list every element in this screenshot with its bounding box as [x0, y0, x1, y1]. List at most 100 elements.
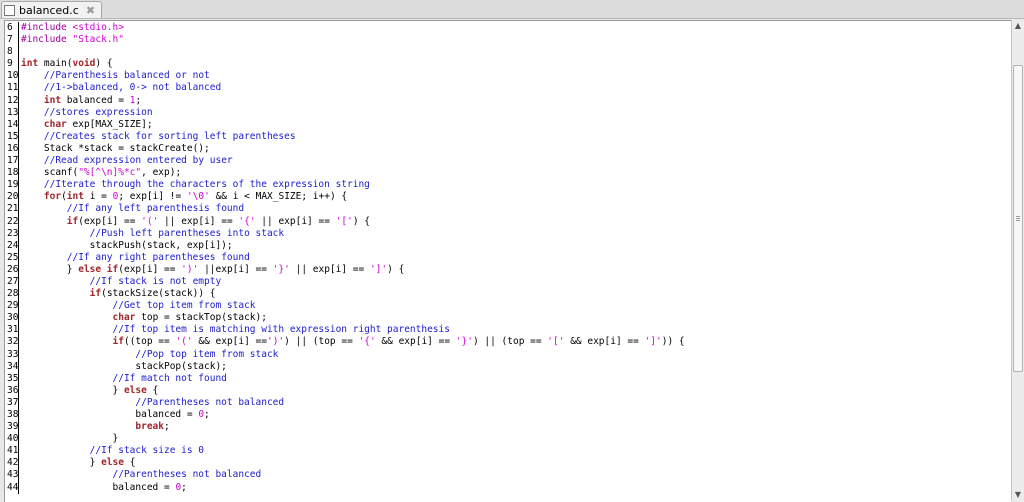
code-line[interactable]: 42 } else {	[5, 457, 685, 470]
code-line[interactable]: 21 //If any left parenthesis found	[5, 203, 685, 216]
code-line[interactable]: 8	[5, 46, 685, 59]
code-line[interactable]: 35 //If match not found	[5, 372, 685, 385]
gutter-separator	[18, 469, 19, 482]
code-line[interactable]: 41 //If stack size is 0	[5, 445, 685, 458]
gutter-separator	[18, 445, 19, 458]
code-line[interactable]: 22 if(exp[i] == '(' || exp[i] == '{' || …	[5, 215, 685, 228]
scroll-down-arrow-icon[interactable]: ▼	[1013, 489, 1023, 501]
tab-balanced-c[interactable]: balanced.c ✖	[1, 1, 103, 18]
code-token: //If any left parenthesis found	[66, 203, 245, 215]
code-token: //Creates stack for sorting left parenth…	[43, 130, 296, 142]
code-line[interactable]: 16 Stack *stack = stackCreate();	[5, 142, 685, 156]
code-line[interactable]: 23 //Push left parentheses into stack	[5, 227, 685, 240]
gutter-separator	[18, 22, 19, 35]
code-token: i =	[83, 191, 113, 203]
code-line[interactable]: 31 //If top item is matching with expres…	[5, 324, 685, 337]
code-line[interactable]: 25 //If any right parentheses found	[5, 251, 685, 264]
line-number: 11	[7, 82, 19, 94]
close-icon[interactable]: ✖	[86, 5, 95, 16]
code-token: //If top item is matching with expressio…	[112, 324, 450, 336]
code-line[interactable]: 9 int main(void) {	[5, 58, 685, 71]
line-number: 34	[7, 360, 19, 372]
code-line[interactable]: 14 char exp[MAX_SIZE];	[5, 118, 685, 131]
code-token: char	[43, 118, 67, 130]
line-number: 33	[7, 348, 19, 360]
code-token: '{'	[358, 336, 376, 348]
code-token: '\0'	[186, 191, 210, 203]
code-line[interactable]: 13 //stores expression	[5, 106, 685, 119]
code-line[interactable]: 10 //Parenthesis balanced or not	[5, 70, 685, 83]
code-area[interactable]: 6 #include <stdio.h> 7 #include "Stack.h" 8 9…	[5, 22, 685, 494]
code-line[interactable]: 26 } else if(exp[i] == ')' ||exp[i] == '…	[5, 263, 685, 276]
code-line[interactable]: 7 #include "Stack.h"	[5, 34, 685, 47]
code-line[interactable]: 12 int balanced = 1;	[5, 94, 685, 107]
line-number: 16	[7, 142, 19, 154]
code-token: for	[43, 191, 62, 203]
code-line[interactable]: 18 scanf("%[^\n]%*c", exp);	[5, 167, 685, 180]
gutter-separator	[18, 312, 19, 325]
code-token: && i < MAX_SIZE; i++) {	[209, 191, 348, 203]
code-token: stackPop(stack);	[21, 360, 227, 372]
code-token: ;	[164, 421, 170, 433]
code-token: //If any right parentheses found	[66, 251, 250, 263]
code-line[interactable]: 43 //Parentheses not balanced	[5, 469, 685, 482]
gutter-separator	[18, 191, 19, 204]
scroll-up-arrow-icon[interactable]: ▲	[1013, 20, 1023, 32]
line-number: 42	[7, 457, 19, 469]
code-token: '['	[335, 215, 353, 227]
code-line[interactable]: 11 //1->balanced, 0-> not balanced	[5, 82, 685, 95]
code-line[interactable]: 37 //Parentheses not balanced	[5, 396, 685, 409]
code-line[interactable]: 17 //Read expression entered by user	[5, 155, 685, 168]
code-line[interactable]: 30 char top = stackTop(stack);	[5, 312, 685, 325]
code-line[interactable]: 29 //Get top item from stack	[5, 300, 685, 313]
code-line[interactable]: 32 if((top == '(' && exp[i] ==')') || (t…	[5, 336, 685, 349]
code-token: balanced =	[21, 481, 176, 493]
code-line[interactable]: 27 //If stack is not empty	[5, 275, 685, 289]
code-token: {	[123, 457, 136, 469]
code-line[interactable]: 28 if(stackSize(stack)) {	[5, 288, 685, 301]
code-line[interactable]: 19 //Iterate through the characters of t…	[5, 179, 685, 192]
code-line[interactable]: 6 #include <stdio.h>	[5, 22, 685, 35]
code-token: int	[43, 94, 62, 106]
code-token: ')'	[266, 336, 285, 348]
line-number: 36	[7, 384, 19, 396]
code-token: scanf(	[21, 167, 79, 179]
line-number: 14	[7, 118, 19, 130]
gutter-separator	[18, 288, 19, 301]
gutter-separator	[18, 421, 19, 434]
line-number: 20	[7, 191, 19, 203]
file-icon	[4, 4, 15, 16]
code-line[interactable]: 24 stackPush(stack, exp[i]);	[5, 239, 685, 252]
code-line[interactable]: 40 }	[5, 433, 685, 446]
scrollbar-thumb[interactable]	[1013, 65, 1023, 372]
code-token: if	[89, 288, 102, 300]
code-line[interactable]: 39 break;	[5, 421, 685, 434]
code-line[interactable]: 36 } else {	[5, 384, 685, 397]
code-token: Stack *stack = stackCreate();	[21, 142, 210, 154]
code-token: ) || (top ==	[284, 336, 359, 348]
gutter-separator	[18, 348, 19, 361]
gutter-separator	[18, 227, 19, 240]
code-token: //1->balanced, 0-> not balanced	[43, 82, 222, 94]
code-line[interactable]: 15 //Creates stack for sorting left pare…	[5, 130, 685, 143]
code-line[interactable]: 34 stackPop(stack);	[5, 360, 685, 373]
code-token: top = stackTop(stack);	[135, 312, 267, 324]
code-token: else if	[78, 263, 119, 275]
gutter-separator	[18, 275, 19, 289]
tab-title: balanced.c	[19, 3, 79, 17]
line-number: 44	[7, 481, 19, 493]
code-token: '('	[141, 215, 159, 227]
code-line[interactable]: 38 balanced = 0;	[5, 409, 685, 422]
code-line[interactable]: 20 for(int i = 0; exp[i] != '\0' && i < …	[5, 191, 685, 204]
code-line[interactable]: 44 balanced = 0;	[5, 481, 685, 494]
line-number: 23	[7, 227, 19, 239]
vertical-scrollbar[interactable]: ▲ ▼	[1011, 20, 1024, 501]
line-number: 10	[7, 70, 19, 82]
code-line[interactable]: 33 //Pop top item from stack	[5, 348, 685, 361]
code-editor[interactable]: 6 #include <stdio.h> 7 #include "Stack.h" 8 9…	[4, 20, 1012, 502]
code-token: )) {	[661, 336, 685, 348]
